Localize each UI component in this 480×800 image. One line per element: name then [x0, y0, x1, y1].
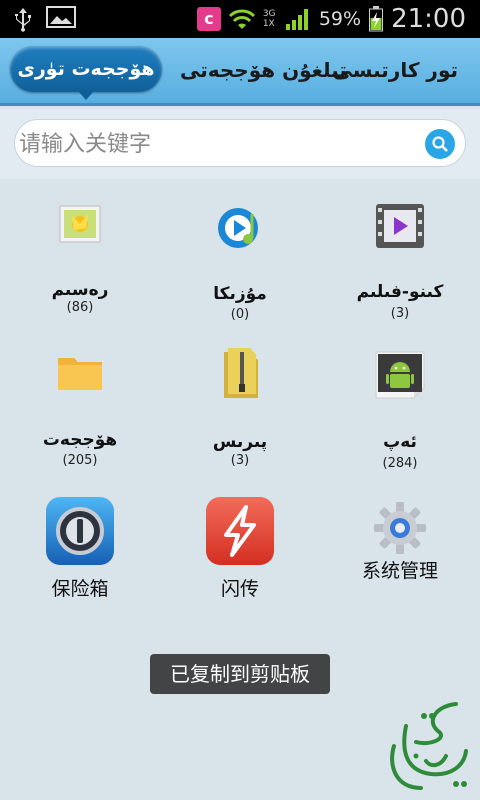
tab-network-card[interactable]: تور كارتىسى [333, 58, 458, 82]
category-music[interactable]: مۇزىكا (0) [160, 180, 320, 330]
category-count: (0) [230, 307, 250, 322]
network-type-label: 3G 1X [262, 9, 276, 29]
category-count: (86) [66, 300, 94, 315]
toast-message: 已复制到剪贴板 [150, 654, 330, 694]
category-label: پىرىس [212, 432, 268, 452]
category-label: ھۆججەت [42, 430, 118, 450]
calligraphy-logo [390, 702, 468, 790]
category-archives[interactable]: پىرىس (3) [160, 330, 320, 480]
category-label: رەسىم [51, 280, 109, 300]
tab-bar: ھۆججەت تۈرى تىلغۇن ھۆججەتى تور كارتىسى [0, 38, 480, 106]
tool-label: 闪传 [220, 578, 259, 600]
folder-icon [58, 358, 102, 390]
category-count: (205) [62, 453, 98, 468]
status-bar: c 3G 1X 59% 21:00 [0, 0, 480, 38]
image-icon [59, 205, 101, 243]
app-notification-icon: c [196, 7, 221, 31]
search-box [14, 119, 466, 167]
search-icon [432, 136, 448, 152]
usb-icon [15, 8, 31, 32]
android-app-icon [375, 351, 425, 399]
category-count: (3) [390, 306, 410, 321]
tool-label: 保险箱 [51, 578, 109, 600]
category-label: كىنو-فىلىم [356, 282, 444, 302]
category-count: (3) [230, 453, 250, 468]
tool-flash-transfer[interactable]: 闪传 [160, 490, 320, 630]
gear-icon [374, 502, 426, 554]
tool-safe-box[interactable]: 保险箱 [0, 490, 160, 630]
signal-icon [285, 9, 308, 30]
image-notification-icon [46, 6, 76, 28]
lightning-icon [206, 497, 274, 565]
search-button[interactable] [425, 129, 455, 159]
video-icon [376, 204, 424, 248]
category-documents[interactable]: ھۆججەت (205) [0, 330, 160, 480]
search-input[interactable] [19, 122, 419, 166]
tool-label: 系统管理 [361, 560, 438, 582]
category-label: مۇزىكا [213, 284, 267, 304]
tool-system-management[interactable]: 系统管理 [320, 490, 480, 630]
search-area [0, 109, 480, 179]
tab-recent-files[interactable]: تىلغۇن ھۆججەتى [180, 58, 347, 82]
clock: 21:00 [391, 4, 466, 34]
category-count: (284) [382, 456, 418, 471]
safe-icon [46, 497, 114, 565]
tab-file-category[interactable]: ھۆججەت تۈرى [10, 46, 162, 100]
category-apps[interactable]: ئەپ (284) [320, 330, 480, 480]
battery-charging-icon [369, 6, 384, 32]
category-images[interactable]: رەسىم (86) [0, 180, 160, 330]
category-label: ئەپ [383, 432, 417, 452]
archive-folder-icon [224, 348, 258, 398]
wifi-icon [228, 9, 255, 29]
category-video[interactable]: كىنو-فىلىم (3) [320, 180, 480, 330]
battery-percent: 59% [318, 8, 362, 30]
music-icon [218, 208, 258, 248]
